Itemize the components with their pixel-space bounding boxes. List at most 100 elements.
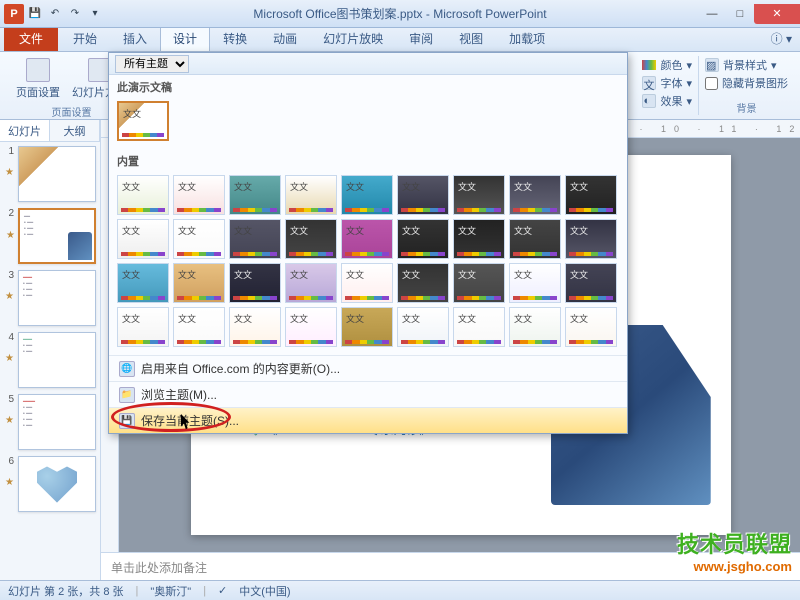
slide-thumb-2[interactable]: 2 ★━━• ━━• ━━• ━━ [4, 208, 96, 264]
tab-view[interactable]: 视图 [446, 25, 496, 51]
qat-dropdown-icon[interactable]: ▾ [86, 5, 104, 23]
slide-thumb-5[interactable]: 5 ★━━━━• ━━• ━━• ━━• ━━ [4, 394, 96, 450]
slide-panel: 幻灯片 大纲 1 ★ 2 ★━━• ━━• ━━• ━━ 3 ★━━━• ━━•… [0, 120, 101, 580]
tab-transitions[interactable]: 转换 [210, 25, 260, 51]
tab-slides[interactable]: 幻灯片 [0, 120, 50, 141]
background-styles-dropdown[interactable]: ▨背景样式 ▾ [705, 56, 788, 74]
theme-tile[interactable]: 文文 [285, 175, 337, 215]
theme-tile[interactable]: 文文 [229, 307, 281, 347]
theme-tile[interactable]: 文文 [453, 219, 505, 259]
menu-office-updates[interactable]: 🌐 启用来自 Office.com 的内容更新(O)... [109, 355, 627, 381]
group-background: ▨背景样式 ▾ 隐藏背景图形 背景 [699, 56, 794, 115]
tab-outline[interactable]: 大纲 [50, 120, 100, 141]
title-bar: P 💾 ↶ ↷ ▾ Microsoft Office图书策划案.pptx - M… [0, 0, 800, 28]
theme-tile[interactable]: 文文 [341, 219, 393, 259]
theme-tile[interactable]: 文文 [117, 307, 169, 347]
tab-slideshow[interactable]: 幻灯片放映 [310, 25, 396, 51]
menu-browse-themes[interactable]: 📁 浏览主题(M)... [109, 381, 627, 407]
theme-tile[interactable]: 文文 [341, 307, 393, 347]
theme-tile[interactable]: 文文 [341, 175, 393, 215]
tab-design[interactable]: 设计 [160, 25, 210, 51]
bg-styles-icon: ▨ [705, 58, 719, 72]
group-variants: 颜色 ▾ 文字体 ▾ ◐效果 ▾ [640, 56, 699, 115]
theme-tile[interactable]: 文文 [173, 263, 225, 303]
theme-tile[interactable]: 文文 [341, 263, 393, 303]
animation-icon: ★ [5, 415, 14, 426]
theme-tile-current[interactable]: 文文 [117, 101, 169, 141]
theme-tile[interactable]: 文文 [229, 263, 281, 303]
app-icon[interactable]: P [4, 4, 24, 24]
theme-tile[interactable]: 文文 [509, 263, 561, 303]
colors-icon [642, 60, 656, 70]
slide-panel-tabs: 幻灯片 大纲 [0, 120, 100, 142]
animation-icon: ★ [5, 477, 14, 488]
theme-filter-select[interactable]: 所有主题 [115, 55, 189, 73]
theme-tile[interactable]: 文文 [397, 175, 449, 215]
window-controls: — □ ✕ [698, 4, 800, 24]
theme-tile[interactable]: 文文 [117, 263, 169, 303]
ribbon-help-icon[interactable]: ⓘ ▾ [763, 26, 800, 51]
page-setup-icon [26, 58, 50, 82]
hide-bg-graphics-checkbox[interactable]: 隐藏背景图形 [705, 74, 788, 92]
file-tab[interactable]: 文件 [4, 25, 58, 51]
group-label: 页面设置 [52, 102, 92, 119]
theme-tile[interactable]: 文文 [173, 175, 225, 215]
theme-tile[interactable]: 文文 [117, 219, 169, 259]
undo-icon[interactable]: ↶ [46, 5, 64, 23]
window-title: Microsoft Office图书策划案.pptx - Microsoft P… [253, 5, 546, 22]
theme-tile[interactable]: 文文 [509, 175, 561, 215]
minimize-button[interactable]: — [698, 4, 726, 24]
effects-dropdown[interactable]: ◐效果 ▾ [642, 92, 692, 110]
theme-tile[interactable]: 文文 [565, 263, 617, 303]
theme-tile[interactable]: 文文 [397, 263, 449, 303]
theme-tile[interactable]: 文文 [285, 219, 337, 259]
theme-tile[interactable]: 文文 [565, 219, 617, 259]
theme-tile[interactable]: 文文 [565, 307, 617, 347]
theme-tile[interactable]: 文文 [173, 307, 225, 347]
theme-tile[interactable]: 文文 [565, 175, 617, 215]
animation-icon: ★ [5, 291, 14, 302]
theme-tile[interactable]: 文文 [453, 307, 505, 347]
globe-icon: 🌐 [119, 361, 135, 377]
close-button[interactable]: ✕ [754, 4, 800, 24]
theme-tile[interactable]: 文文 [285, 307, 337, 347]
slide-thumb-6[interactable]: 6 ★ [4, 456, 96, 512]
save-icon[interactable]: 💾 [26, 5, 44, 23]
tab-home[interactable]: 开始 [60, 25, 110, 51]
ribbon-tabs: 文件 开始 插入 设计 转换 动画 幻灯片放映 审阅 视图 加载项 ⓘ ▾ [0, 28, 800, 52]
theme-tile[interactable]: 文文 [285, 263, 337, 303]
theme-tile[interactable]: 文文 [397, 307, 449, 347]
section-this-presentation: 此演示文稿 [109, 75, 627, 97]
theme-tile[interactable]: 文文 [509, 219, 561, 259]
slide-thumb-1[interactable]: 1 ★ [4, 146, 96, 202]
theme-tile[interactable]: 文文 [453, 175, 505, 215]
section-builtin: 内置 [109, 149, 627, 171]
menu-save-current-theme[interactable]: 💾 保存当前主题(S)... [109, 407, 627, 433]
theme-tile[interactable]: 文文 [509, 307, 561, 347]
theme-tile[interactable]: 文文 [397, 219, 449, 259]
slide-thumb-4[interactable]: 4 ★━━━• ━━• ━━ [4, 332, 96, 388]
maximize-button[interactable]: □ [726, 4, 754, 24]
notes-pane[interactable]: 单击此处添加备注 [101, 552, 800, 580]
theme-gallery-header: 所有主题 [109, 53, 627, 75]
theme-tile[interactable]: 文文 [453, 263, 505, 303]
theme-tile[interactable]: 文文 [229, 219, 281, 259]
page-setup-button[interactable]: 页面设置 [12, 56, 64, 102]
slide-thumb-3[interactable]: 3 ★━━━• ━━• ━━• ━━ [4, 270, 96, 326]
effects-icon: ◐ [642, 94, 656, 108]
tab-review[interactable]: 审阅 [396, 25, 446, 51]
theme-tile[interactable]: 文文 [229, 175, 281, 215]
tab-animations[interactable]: 动画 [260, 25, 310, 51]
theme-tile[interactable]: 文文 [117, 175, 169, 215]
spellcheck-icon[interactable]: ✓ [218, 584, 227, 597]
slide-counter: 幻灯片 第 2 张，共 8 张 [8, 583, 124, 599]
tab-insert[interactable]: 插入 [110, 25, 160, 51]
tab-addins[interactable]: 加载项 [496, 25, 558, 51]
animation-icon: ★ [6, 230, 15, 241]
theme-tile[interactable]: 文文 [173, 219, 225, 259]
slide-list[interactable]: 1 ★ 2 ★━━• ━━• ━━• ━━ 3 ★━━━• ━━• ━━• ━━… [0, 142, 100, 580]
colors-dropdown[interactable]: 颜色 ▾ [642, 56, 692, 74]
language-status[interactable]: 中文(中国) [239, 583, 290, 599]
redo-icon[interactable]: ↷ [66, 5, 84, 23]
fonts-dropdown[interactable]: 文字体 ▾ [642, 74, 692, 92]
